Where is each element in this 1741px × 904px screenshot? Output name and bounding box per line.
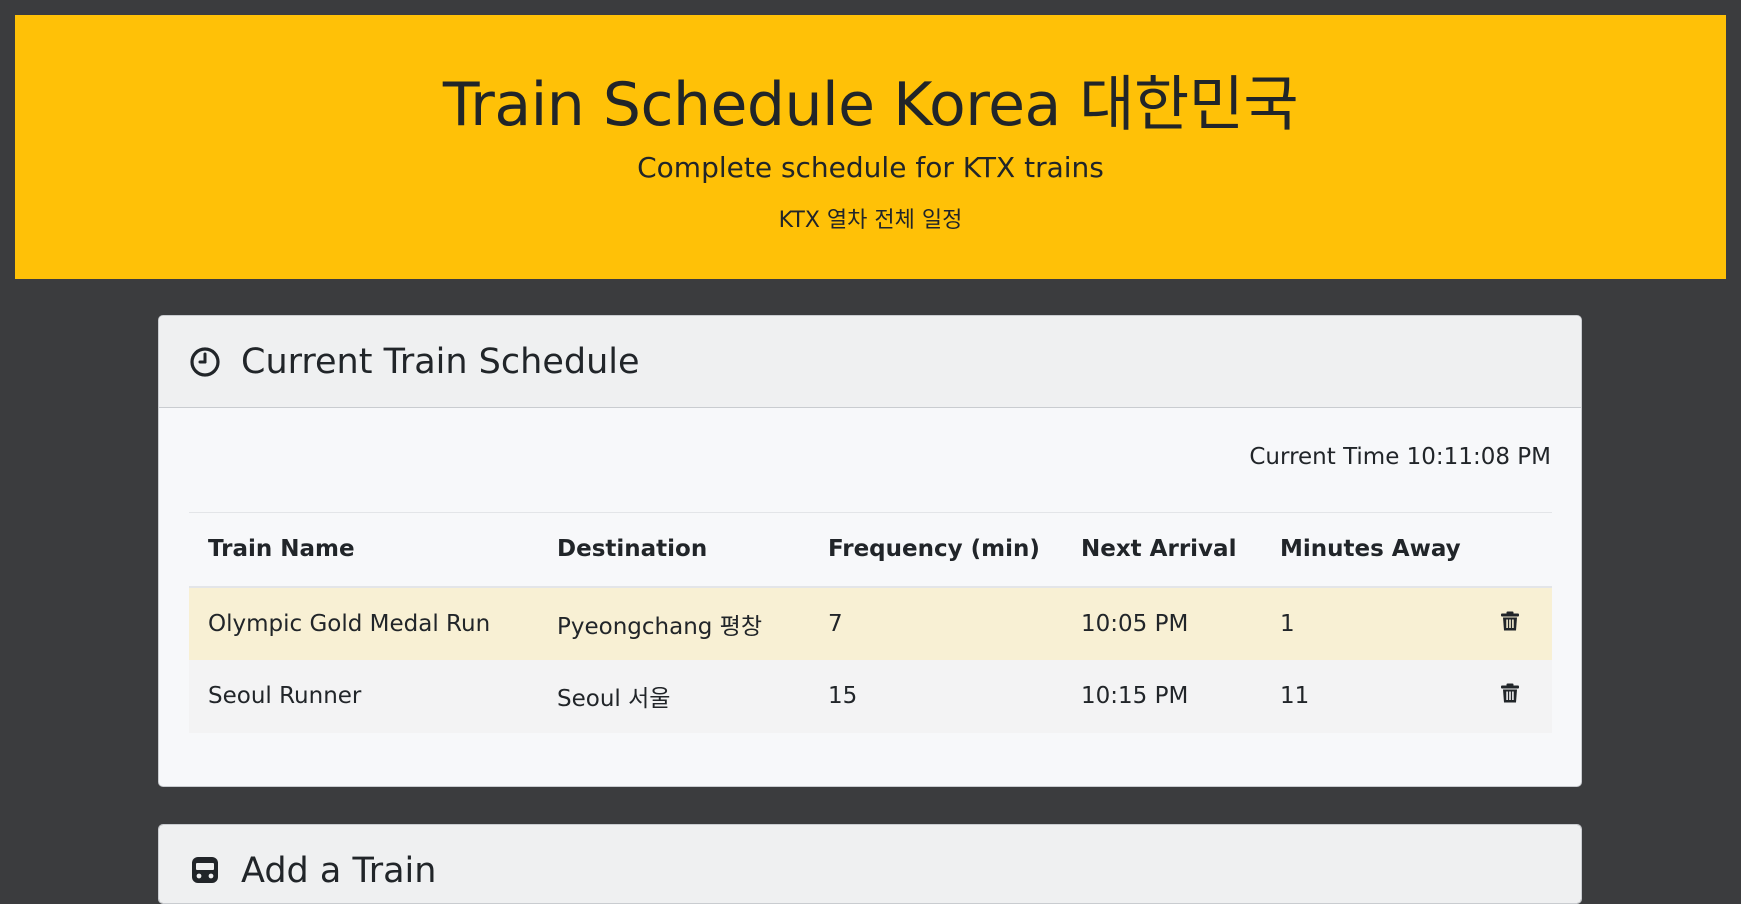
cell-destination: Pyeongchang 평창	[538, 586, 809, 660]
page-subtitle: Complete schedule for KTX trains	[637, 151, 1104, 184]
trash-icon[interactable]	[1499, 682, 1521, 704]
column-header-actions	[1480, 512, 1552, 588]
table-header-row: Train Name Destination Frequency (min) N…	[189, 512, 1552, 588]
table-row: Olympic Gold Medal Run Pyeongchang 평창 7 …	[189, 586, 1552, 660]
cell-next-arrival: 10:15 PM	[1062, 659, 1261, 733]
current-time: Current Time 10:11:08 PM	[1249, 444, 1551, 470]
schedule-card-header: Current Train Schedule	[159, 316, 1581, 408]
cell-minutes-away: 11	[1261, 659, 1480, 733]
cell-train-name: Olympic Gold Medal Run	[189, 586, 538, 660]
cell-destination: Seoul 서울	[538, 659, 809, 733]
page-subtitle-korean: KTX 열차 전체 일정	[778, 208, 963, 233]
cell-minutes-away: 1	[1261, 586, 1480, 660]
table-row: Seoul Runner Seoul 서울 15 10:15 PM 11	[189, 659, 1552, 733]
cell-train-name: Seoul Runner	[189, 659, 538, 733]
schedule-table: Train Name Destination Frequency (min) N…	[189, 512, 1552, 733]
add-train-card-title: Add a Train	[241, 850, 437, 891]
train-icon	[189, 855, 221, 887]
column-header-destination: Destination	[538, 512, 809, 588]
column-header-minutes-away: Minutes Away	[1261, 512, 1480, 588]
trash-icon[interactable]	[1499, 610, 1521, 632]
column-header-train-name: Train Name	[189, 512, 538, 588]
cell-frequency: 7	[809, 586, 1062, 660]
cell-actions	[1480, 659, 1552, 733]
cell-frequency: 15	[809, 659, 1062, 733]
column-header-next-arrival: Next Arrival	[1062, 512, 1261, 588]
cell-actions	[1480, 586, 1552, 660]
add-train-card-header: Add a Train	[159, 825, 1581, 903]
schedule-card-title: Current Train Schedule	[241, 341, 640, 382]
column-header-frequency: Frequency (min)	[809, 512, 1062, 588]
cell-next-arrival: 10:05 PM	[1062, 586, 1261, 660]
clock-icon	[189, 346, 221, 378]
add-train-card: Add a Train	[158, 824, 1582, 904]
page-title: Train Schedule Korea 대한민국	[442, 70, 1299, 140]
schedule-card: Current Train Schedule Current Time 10:1…	[158, 315, 1582, 787]
header-banner: Train Schedule Korea 대한민국 Complete sched…	[15, 15, 1726, 279]
